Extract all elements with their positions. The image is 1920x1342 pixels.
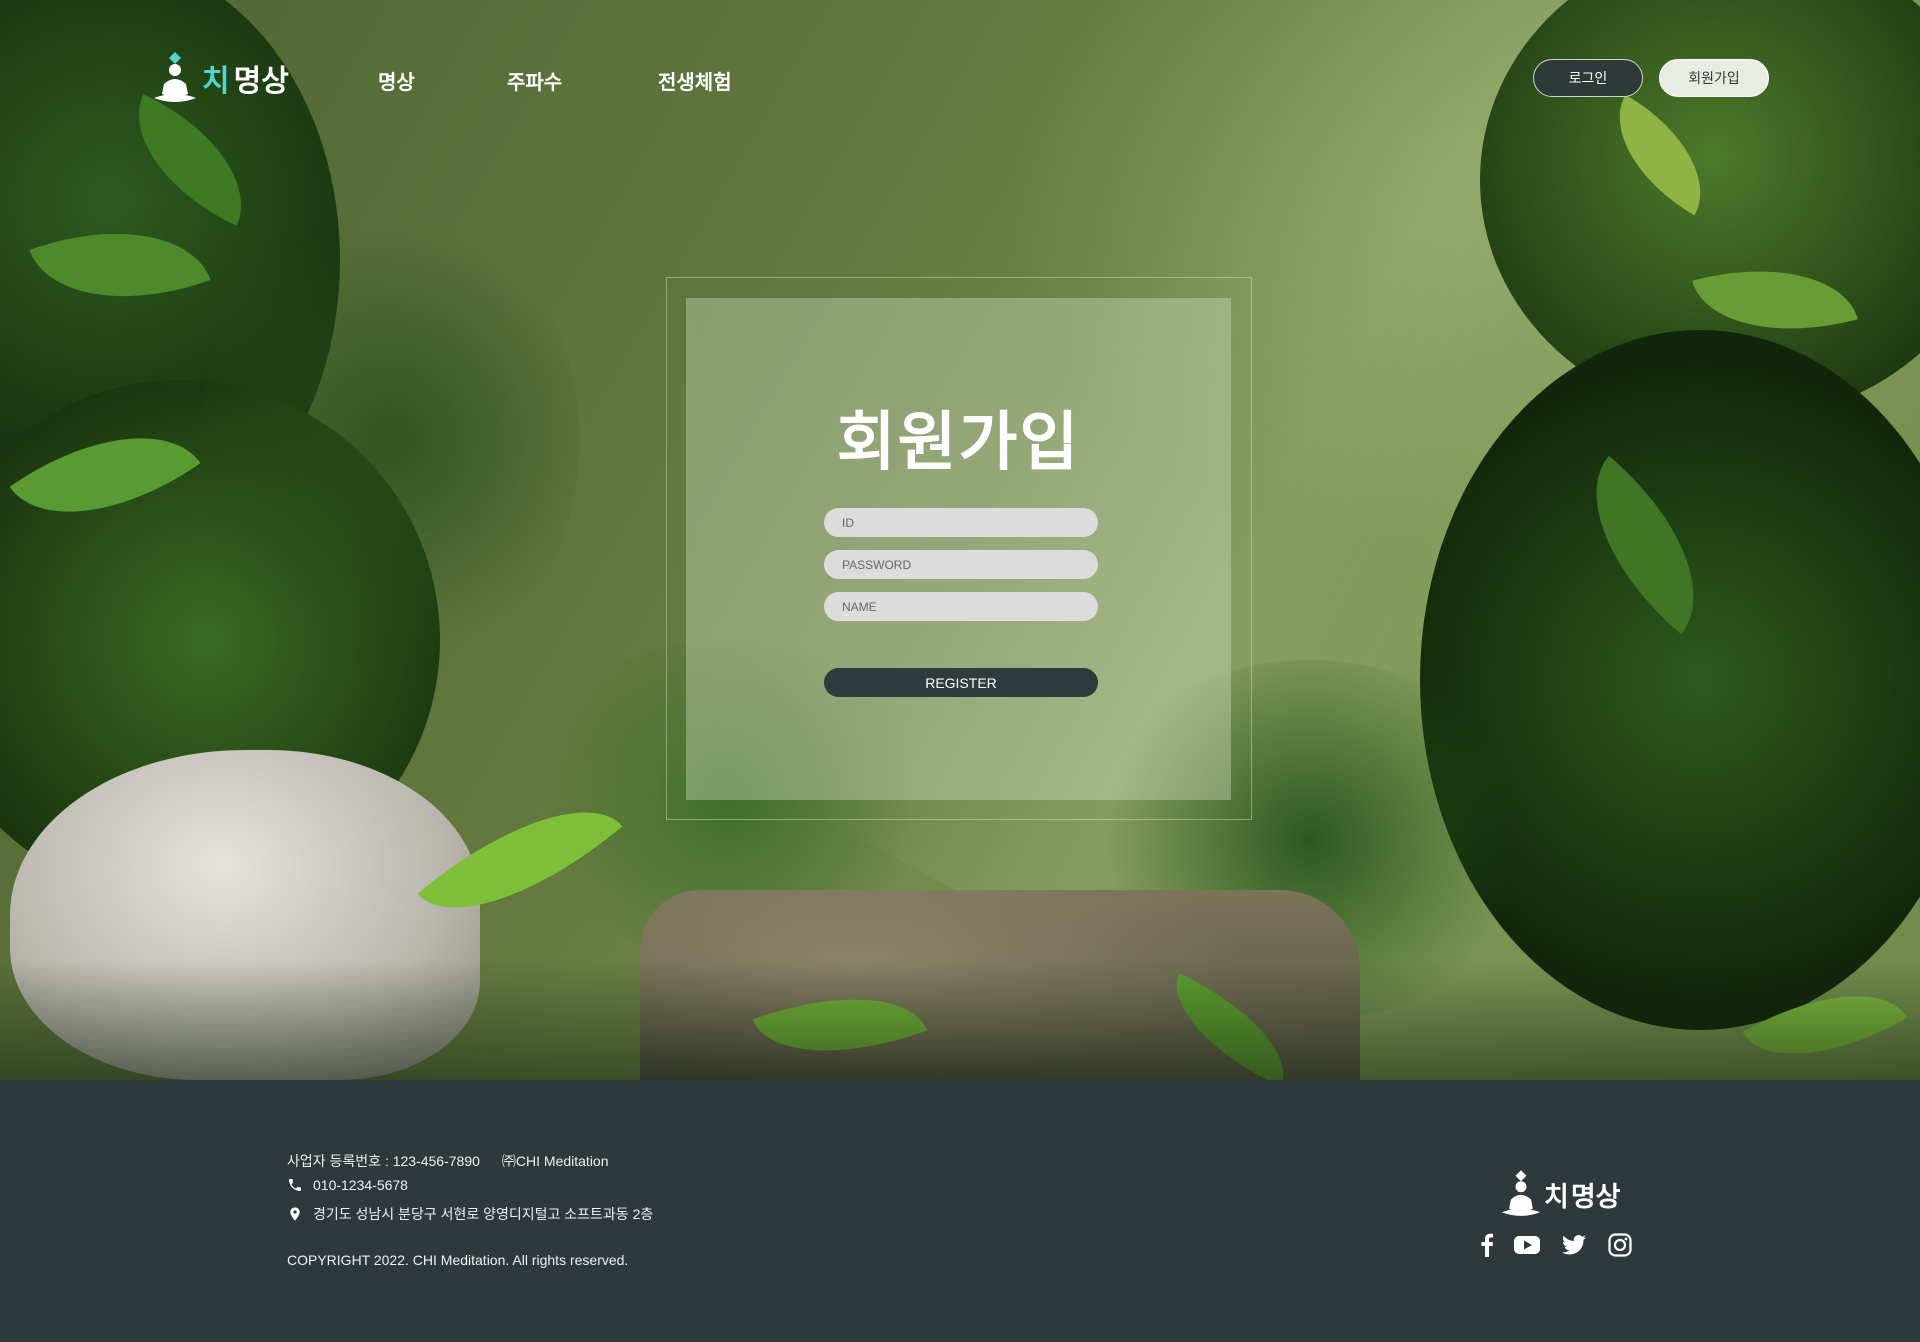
phone-number: 010-1234-5678	[313, 1177, 408, 1193]
ground-shadow	[0, 960, 1920, 1080]
top-navigation: 치 명상 명상 주파수 전생체험 로그인 회원가입	[0, 0, 1920, 160]
phone-line: 010-1234-5678	[287, 1177, 408, 1193]
address-line: 경기도 성남시 분당구 서현로 양영디지털고 소프트과동 2층	[287, 1204, 653, 1224]
name-field[interactable]	[824, 592, 1098, 621]
register-button[interactable]: REGISTER	[824, 668, 1098, 697]
logo-text: 명상	[233, 64, 289, 99]
login-button[interactable]: 로그인	[1533, 59, 1643, 97]
footer-logo[interactable]: 치 명상	[1500, 1168, 1621, 1220]
instagram-icon[interactable]	[1607, 1232, 1633, 1258]
company-name: ㈜CHI Meditation	[501, 1153, 609, 1169]
footer: 사업자 등록번호 : 123-456-7890 ㈜CHI Meditation …	[0, 1080, 1920, 1342]
business-info: 사업자 등록번호 : 123-456-7890 ㈜CHI Meditation	[287, 1151, 609, 1171]
footer-logo-suffix: 명상	[1570, 1181, 1621, 1213]
left-foliage	[200, 200, 580, 680]
id-field[interactable]	[824, 508, 1098, 537]
facebook-icon[interactable]	[1474, 1232, 1500, 1258]
footer-logo-prefix: 치	[1544, 1181, 1569, 1213]
location-pin-icon	[290, 1207, 300, 1221]
address: 경기도 성남시 분당구 서현로 양영디지털고 소프트과동 2층	[313, 1206, 654, 1222]
signup-button[interactable]: 회원가입	[1659, 59, 1769, 97]
site-logo[interactable]: 치 명상	[152, 50, 289, 106]
youtube-icon[interactable]	[1514, 1232, 1540, 1258]
copyright: COPYRIGHT 2022. CHI Meditation. All righ…	[287, 1252, 628, 1268]
logo-accent-text: 치	[202, 64, 230, 99]
meditation-figure-icon	[154, 52, 196, 102]
nav-link-meditation[interactable]: 명상	[378, 66, 415, 95]
password-field[interactable]	[824, 550, 1098, 579]
twitter-icon[interactable]	[1561, 1232, 1587, 1258]
phone-icon	[289, 1179, 301, 1191]
signup-card: 회원가입 REGISTER	[686, 298, 1231, 800]
signup-title: 회원가입	[836, 406, 1081, 480]
copyright-text: COPYRIGHT 2022. CHI Meditation. All righ…	[287, 1252, 629, 1268]
nav-link-frequency[interactable]: 주파수	[507, 66, 562, 95]
nav-link-past-life[interactable]: 전생체험	[658, 66, 732, 95]
meditation-figure-icon	[1501, 1170, 1541, 1216]
business-number: 사업자 등록번호 : 123-456-7890	[287, 1153, 480, 1169]
